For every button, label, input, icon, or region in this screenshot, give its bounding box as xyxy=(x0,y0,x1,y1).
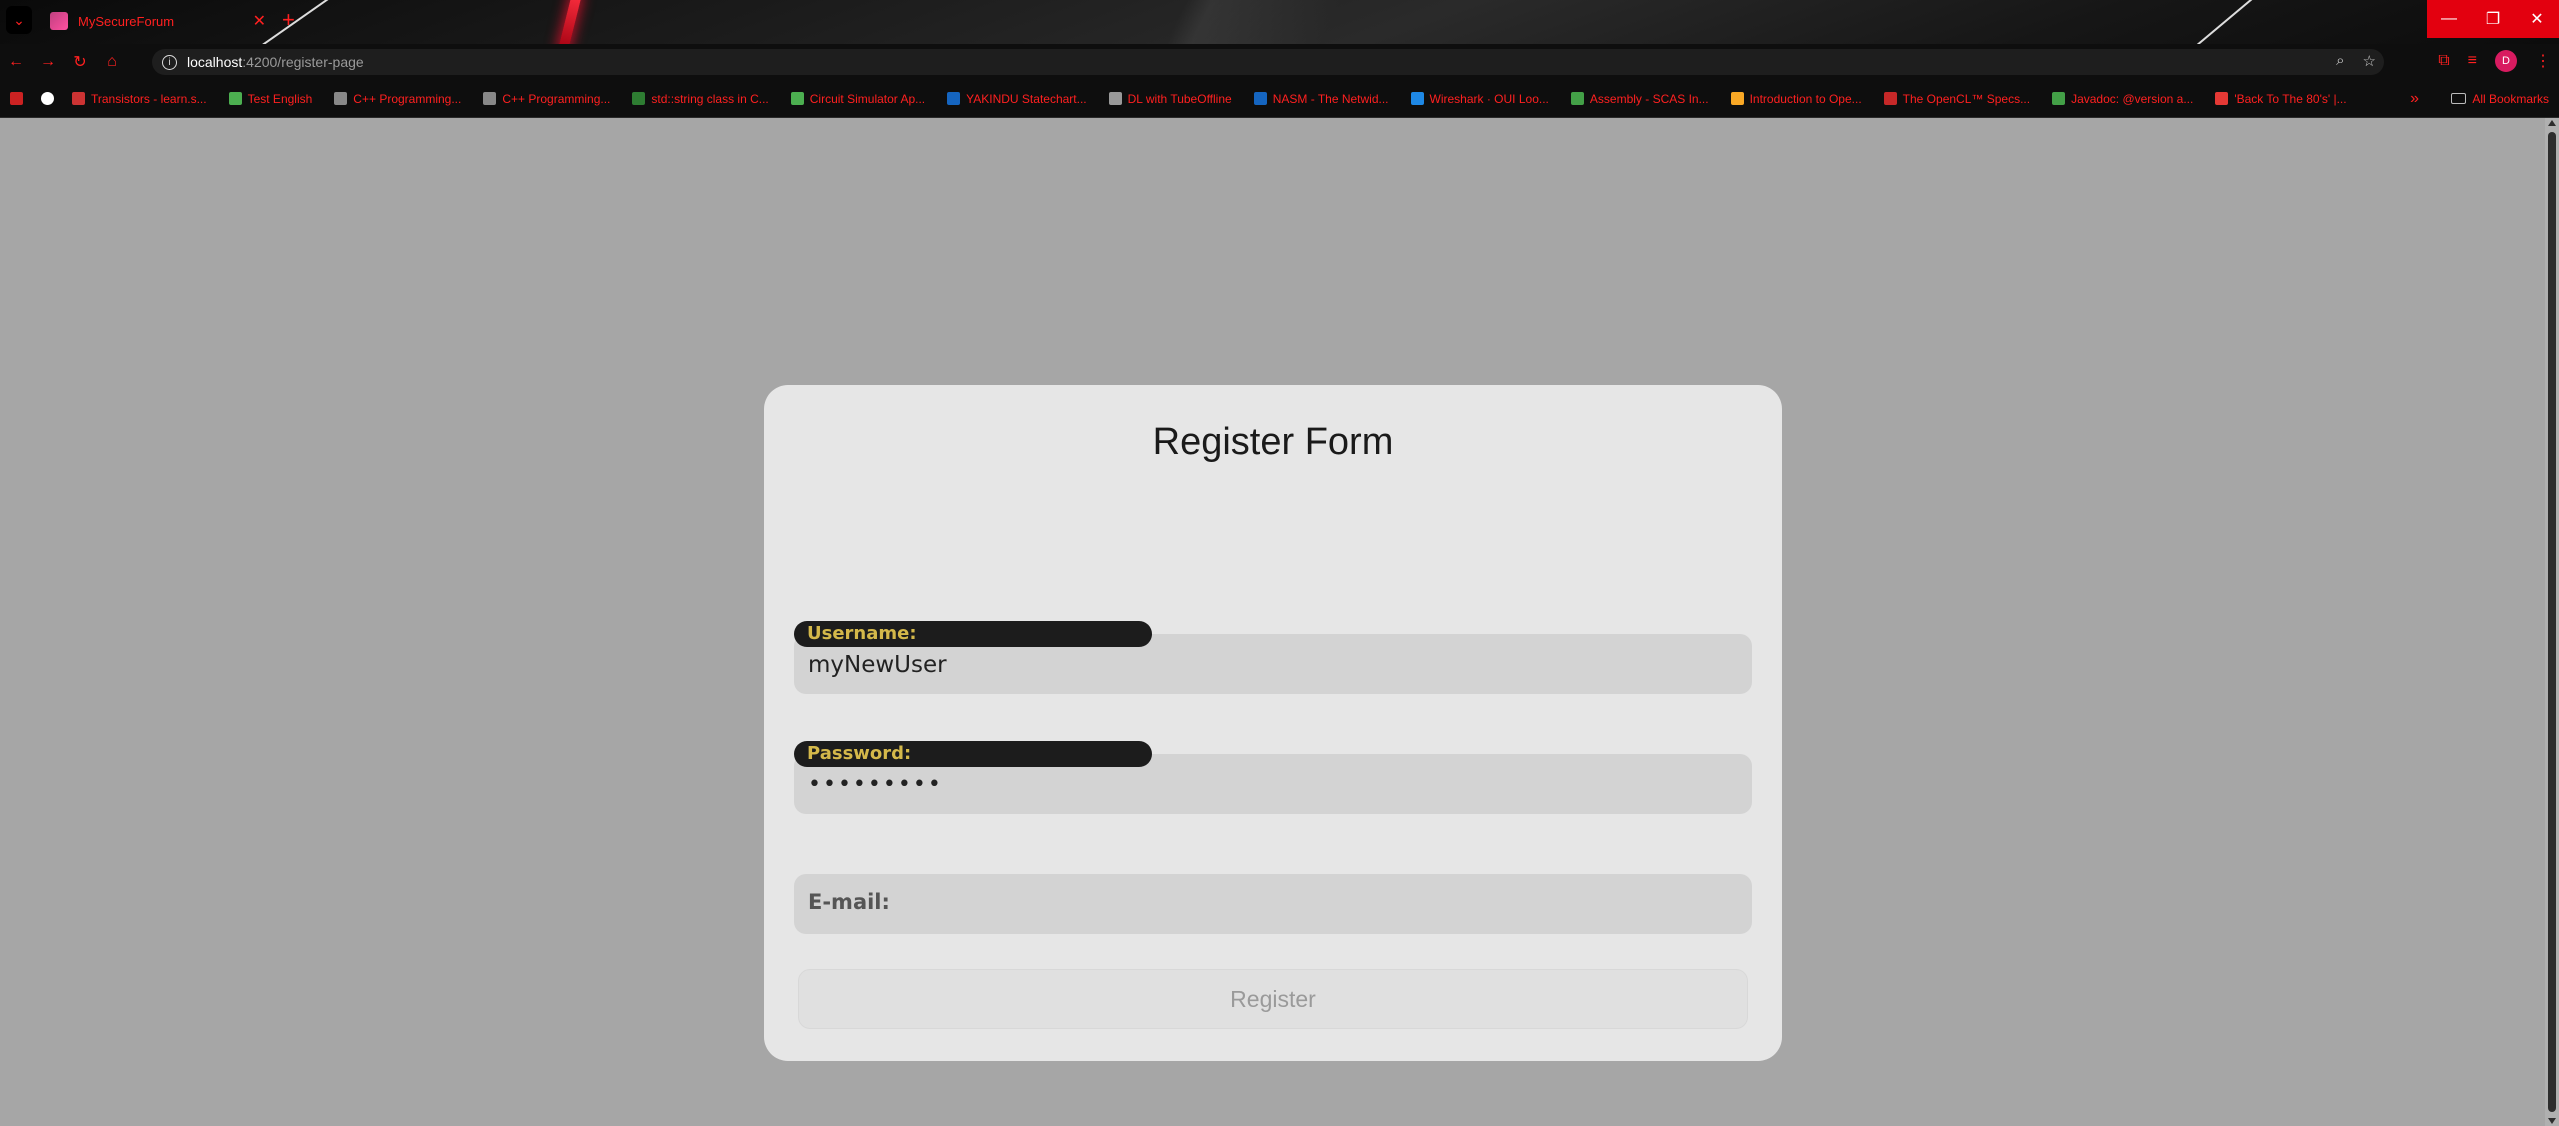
bookmark-item[interactable]: Assembly - SCAS In... xyxy=(1570,91,1709,106)
bookmark-favicon-icon xyxy=(72,92,85,105)
bookmark-label: DL with TubeOffline xyxy=(1127,91,1232,106)
bookmark-label: Javadoc: @version a... xyxy=(2071,91,2194,106)
scroll-down-icon[interactable] xyxy=(2548,1118,2556,1124)
bookmark-label: The OpenCL™ Specs... xyxy=(1902,91,2031,106)
bookmark-favicon-icon xyxy=(1253,92,1267,105)
bookmark-item[interactable]: NASM - The Netwid... xyxy=(1253,91,1389,106)
bookmark-favicon-icon xyxy=(1730,92,1744,105)
forward-icon[interactable]: → xyxy=(32,53,64,71)
register-button[interactable]: Register xyxy=(798,969,1748,1029)
all-bookmarks-label: All Bookmarks xyxy=(2472,91,2549,106)
more-bookmarks-icon[interactable]: » xyxy=(2410,90,2419,108)
bookmark-item[interactable]: 'Back To The 80's' |... xyxy=(2215,91,2347,106)
zoom-icon[interactable]: ⌕ xyxy=(2336,52,2344,70)
window-controls: — ❐ ✕ xyxy=(2427,0,2559,38)
scroll-thumb[interactable] xyxy=(2548,132,2556,1112)
bookmark-label: Introduction to Ope... xyxy=(1749,91,1862,106)
bookmark-label: YAKINDU Statechart... xyxy=(966,91,1087,106)
bookmark-item[interactable]: Introduction to Ope... xyxy=(1730,91,1862,106)
bookmark-label: Wireshark · OUI Loo... xyxy=(1429,91,1549,106)
bookmark-item[interactable]: C++ Programming... xyxy=(483,92,610,106)
bookmark-favicon-icon xyxy=(2052,92,2066,105)
bookmark-item[interactable]: C++ Programming... xyxy=(334,92,461,106)
minimize-button[interactable]: — xyxy=(2427,0,2471,38)
bookmark-label: Assembly - SCAS In... xyxy=(1589,91,1709,106)
browser-tab[interactable]: MySecureForum ✕ xyxy=(40,2,276,40)
email-field[interactable]: E-mail: xyxy=(794,874,1752,934)
all-bookmarks-button[interactable]: All Bookmarks xyxy=(2451,92,2549,106)
site-info-icon[interactable]: i xyxy=(162,54,177,70)
bookmark-item[interactable]: Circuit Simulator Ap... xyxy=(790,91,926,106)
window-titlebar: ⌄ MySecureForum ✕ + — ❐ ✕ xyxy=(0,0,2559,44)
tab-favicon-icon xyxy=(50,12,68,30)
bookmark-label: Circuit Simulator Ap... xyxy=(809,91,926,106)
apps-icon[interactable] xyxy=(10,92,29,105)
bookmark-favicon-icon xyxy=(632,92,646,105)
google-icon[interactable] xyxy=(41,92,60,105)
bookmark-favicon-icon xyxy=(1570,92,1584,105)
extensions-icon[interactable]: ⧉ xyxy=(2438,52,2449,70)
bookmark-label: Transistors - learn.s... xyxy=(91,91,207,106)
bookmark-item[interactable]: std::string class in C... xyxy=(632,91,769,106)
bookmark-item[interactable]: Wireshark · OUI Loo... xyxy=(1410,91,1549,106)
bookmarks-bar: Transistors - learn.s... Test English C++ … xyxy=(0,80,2559,118)
tab-close-icon[interactable]: ✕ xyxy=(253,11,266,31)
folder-icon xyxy=(2451,93,2467,104)
bookmark-item[interactable]: Transistors - learn.s... xyxy=(72,92,207,106)
page-scrollbar[interactable] xyxy=(2545,118,2559,1126)
bookmark-favicon-icon xyxy=(2215,92,2229,105)
new-tab-button[interactable]: + xyxy=(282,6,295,34)
tab-search-button[interactable]: ⌄ xyxy=(6,6,32,34)
bookmark-item[interactable]: DL with TubeOffline xyxy=(1108,91,1232,106)
bookmark-label: 'Back To The 80's' |... xyxy=(2234,91,2347,106)
bookmark-star-icon[interactable]: ☆ xyxy=(2363,52,2376,70)
profile-avatar[interactable]: D xyxy=(2495,50,2517,72)
username-value: myNewUser xyxy=(808,652,947,678)
username-label: Username: xyxy=(794,621,1152,647)
register-form-card: Register Form myNewUser Username: ••••••… xyxy=(764,385,1782,1061)
url-host: localhost xyxy=(187,54,243,70)
form-title: Register Form xyxy=(1152,421,1394,463)
bookmark-favicon-icon xyxy=(790,92,804,105)
background-streak xyxy=(557,0,583,44)
password-value: ••••••••• xyxy=(808,772,943,797)
bookmark-item[interactable]: Javadoc: @version a... xyxy=(2052,92,2193,106)
bookmark-label: C++ Programming... xyxy=(502,91,611,106)
browser-toolbar: ← → ↻ ⌂ i localhost :4200/register-page … xyxy=(0,44,2559,80)
close-window-button[interactable]: ✕ xyxy=(2515,0,2559,38)
reading-list-icon[interactable]: ≡ xyxy=(2468,52,2477,70)
bookmark-favicon-icon xyxy=(1108,92,1122,105)
tab-title: MySecureForum xyxy=(78,13,175,29)
bookmark-label: C++ Programming... xyxy=(353,91,462,106)
bookmark-favicon-icon xyxy=(228,92,242,105)
restore-button[interactable]: ❐ xyxy=(2471,0,2515,38)
bookmark-favicon-icon xyxy=(1883,92,1897,105)
home-icon[interactable]: ⌂ xyxy=(96,53,128,71)
password-label: Password: xyxy=(794,741,1152,767)
menu-kebab-icon[interactable]: ⋮ xyxy=(2535,51,2551,71)
bookmark-favicon-icon xyxy=(1410,92,1424,105)
email-placeholder: E-mail: xyxy=(808,890,890,914)
bookmark-item[interactable]: YAKINDU Statechart... xyxy=(947,92,1087,106)
url-path: :4200/register-page xyxy=(242,54,364,70)
bookmark-label: Test English xyxy=(247,91,313,106)
bookmark-item[interactable]: Test English xyxy=(228,91,313,106)
bookmark-item[interactable]: The OpenCL™ Specs... xyxy=(1883,91,2031,106)
bookmark-favicon-icon xyxy=(483,92,497,105)
background-line xyxy=(2185,0,2257,44)
bookmark-label: NASM - The Netwid... xyxy=(1272,91,1389,106)
bookmark-favicon-icon xyxy=(947,92,961,105)
bookmark-favicon-icon xyxy=(334,92,348,105)
bookmark-label: std::string class in C... xyxy=(651,91,769,106)
scroll-up-icon[interactable] xyxy=(2548,120,2556,126)
address-bar[interactable]: i localhost :4200/register-page ⌕ ☆ xyxy=(152,49,2384,75)
back-icon[interactable]: ← xyxy=(0,53,32,71)
reload-icon[interactable]: ↻ xyxy=(64,52,96,72)
